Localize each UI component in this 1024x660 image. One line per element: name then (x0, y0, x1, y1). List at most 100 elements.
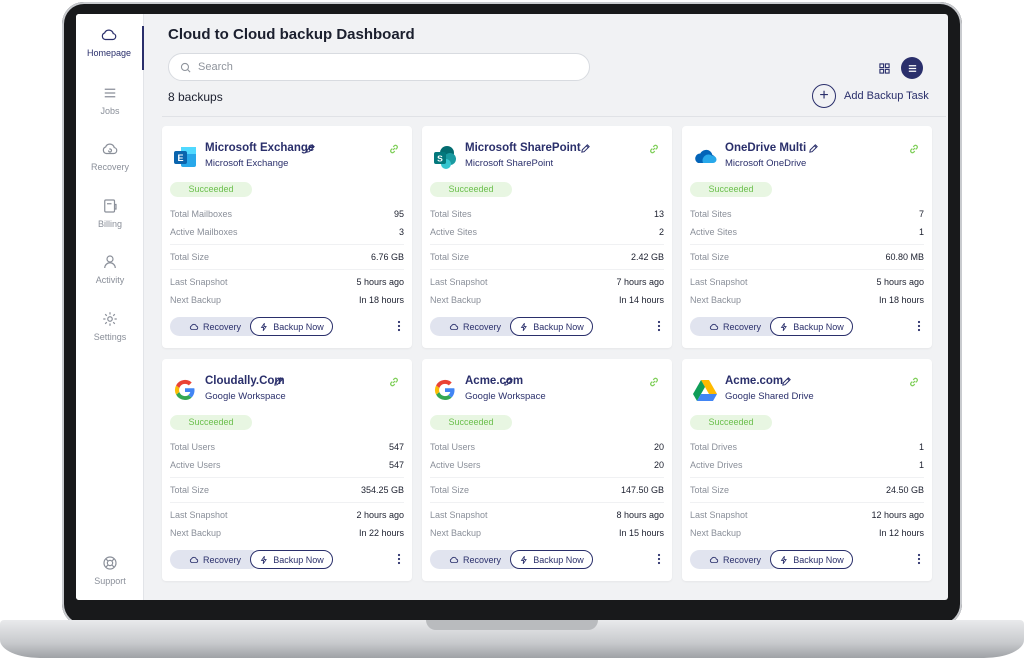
more-vertical-icon[interactable] (656, 319, 662, 333)
sidebar-item-label: Recovery (90, 162, 129, 172)
card-divider (430, 502, 664, 503)
pencil-icon[interactable] (503, 376, 514, 387)
recovery-button-label: Recovery (202, 321, 241, 332)
stat-row: Last Snapshot 5 hours ago (690, 277, 924, 287)
stat-value: In 12 hours (878, 528, 924, 538)
sidebar-item-label: Support (94, 576, 126, 586)
google-logo (432, 377, 458, 403)
pencil-icon[interactable] (273, 376, 284, 387)
sidebar-item-label: Jobs (100, 106, 120, 116)
stat-row: Active Drives 1 (690, 460, 924, 470)
app-screen: Homepage Jobs Recovery Billing Activity … (76, 14, 948, 600)
status-badge: Succeeded (690, 182, 772, 197)
stat-row: Total Users 20 (430, 442, 664, 452)
backup-card: S Microsoft SharePoint Microsoft SharePo… (422, 126, 672, 348)
backup-now-button-label: Backup Now (273, 554, 324, 565)
stat-row: Active Sites 2 (430, 227, 664, 237)
list-view-button[interactable] (901, 57, 923, 79)
link-icon[interactable] (648, 376, 660, 388)
link-icon[interactable] (908, 376, 920, 388)
stat-label: Total Size (170, 485, 210, 495)
recovery-button[interactable]: Recovery (690, 317, 780, 336)
sidebar-item-support[interactable]: Support (76, 554, 144, 600)
more-vertical-icon[interactable] (396, 552, 402, 566)
more-vertical-icon[interactable] (656, 552, 662, 566)
cloud-restore-icon (449, 323, 459, 330)
card-divider (690, 244, 924, 245)
sidebar-item-homepage[interactable]: Homepage (76, 26, 144, 70)
stat-value: 147.50 GB (620, 485, 664, 495)
stat-row: Next Backup In 22 hours (170, 528, 404, 538)
add-backup-task-button[interactable]: + Add Backup Task (812, 84, 929, 108)
link-icon[interactable] (388, 143, 400, 155)
stat-label: Last Snapshot (430, 510, 488, 520)
card-divider (690, 477, 924, 478)
backup-now-button[interactable]: Backup Now (510, 317, 593, 336)
grid-icon (878, 62, 890, 74)
card-divider (690, 269, 924, 270)
sidebar-item-settings[interactable]: Settings (76, 310, 144, 366)
recovery-button[interactable]: Recovery (170, 317, 260, 336)
stat-row: Last Snapshot 8 hours ago (430, 510, 664, 520)
backup-now-button[interactable]: Backup Now (250, 317, 333, 336)
stat-row: Last Snapshot 5 hours ago (170, 277, 404, 287)
lightning-icon (780, 322, 788, 331)
card-title: Acme.com (465, 375, 524, 387)
stat-label: Total Size (690, 252, 730, 262)
recovery-button[interactable]: Recovery (430, 550, 520, 569)
stat-label: Last Snapshot (170, 277, 228, 287)
more-vertical-icon[interactable] (916, 552, 922, 566)
stat-value: 95 (393, 209, 404, 219)
backup-now-button[interactable]: Backup Now (510, 550, 593, 569)
backup-now-button[interactable]: Backup Now (770, 317, 853, 336)
backup-now-button-label: Backup Now (793, 321, 844, 332)
recovery-button-label: Recovery (722, 321, 761, 332)
stat-label: Next Backup (430, 295, 482, 305)
backup-now-button-label: Backup Now (793, 554, 844, 565)
stat-value: 547 (388, 442, 404, 452)
search-input[interactable] (198, 61, 578, 73)
pencil-icon[interactable] (808, 143, 819, 154)
sidebar-item-billing[interactable]: Billing (76, 197, 144, 253)
pencil-icon[interactable] (580, 143, 591, 154)
pencil-icon[interactable] (305, 143, 316, 154)
recovery-button[interactable]: Recovery (170, 550, 260, 569)
stat-label: Next Backup (170, 528, 222, 538)
recovery-button[interactable]: Recovery (690, 550, 780, 569)
stat-label: Next Backup (170, 295, 222, 305)
stat-label: Active Users (170, 460, 221, 470)
stat-value: 24.50 GB (885, 485, 924, 495)
stat-value: 2 hours ago (356, 510, 404, 520)
header-divider (162, 116, 946, 117)
pencil-icon[interactable] (781, 376, 792, 387)
status-badge: Succeeded (430, 182, 512, 197)
card-title: Acme.com (725, 375, 784, 387)
status-badge: Succeeded (690, 415, 772, 430)
billing-icon (104, 199, 117, 213)
link-icon[interactable] (388, 376, 400, 388)
more-vertical-icon[interactable] (916, 319, 922, 333)
stat-label: Total Sites (690, 209, 732, 219)
link-icon[interactable] (648, 143, 660, 155)
link-icon[interactable] (908, 143, 920, 155)
lightning-icon (260, 555, 268, 564)
recovery-button[interactable]: Recovery (430, 317, 520, 336)
sidebar-item-jobs[interactable]: Jobs (76, 84, 144, 140)
exchange-logo: E (172, 144, 198, 170)
grid-view-button[interactable] (873, 57, 895, 79)
more-vertical-icon[interactable] (396, 319, 402, 333)
backup-now-button[interactable]: Backup Now (250, 550, 333, 569)
recovery-button-label: Recovery (202, 554, 241, 565)
stat-row: Total Size 2.42 GB (430, 252, 664, 262)
stat-value: In 18 hours (878, 295, 924, 305)
sidebar-item-activity[interactable]: Activity (76, 253, 144, 309)
lightning-icon (520, 555, 528, 564)
backup-now-button[interactable]: Backup Now (770, 550, 853, 569)
stat-row: Next Backup In 14 hours (430, 295, 664, 305)
recovery-button-label: Recovery (722, 554, 761, 565)
backup-count: 8 backups (168, 90, 223, 104)
search-bar[interactable] (168, 53, 590, 81)
sidebar-item-recovery[interactable]: Recovery (76, 140, 144, 196)
lightning-icon (520, 322, 528, 331)
stat-value: 7 hours ago (616, 277, 664, 287)
